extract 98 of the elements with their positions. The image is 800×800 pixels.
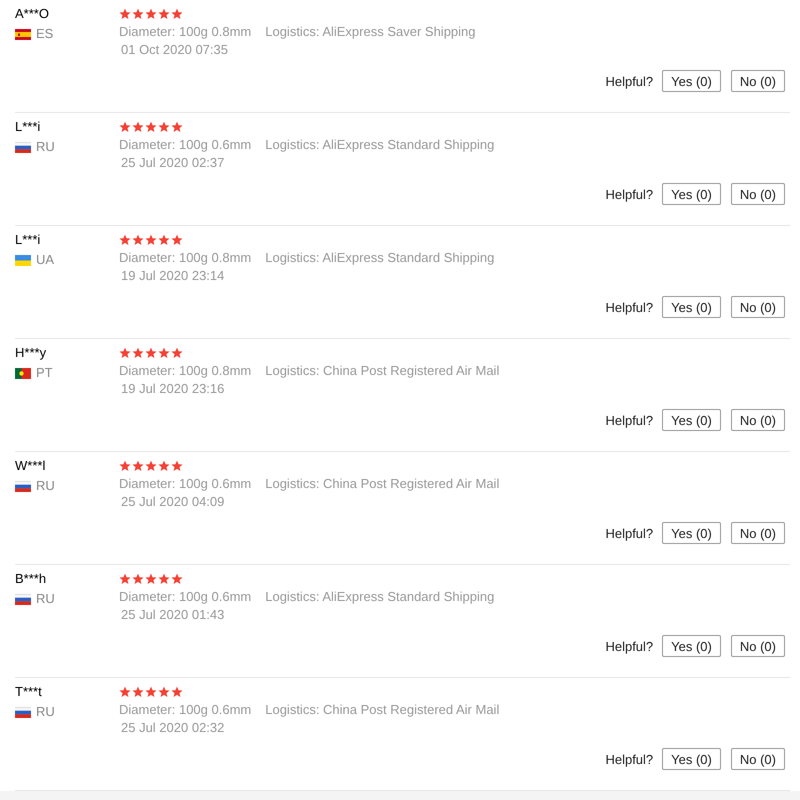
flag-icon xyxy=(15,28,31,40)
country-code: RU xyxy=(36,138,55,156)
star-icon xyxy=(132,8,144,20)
star-icon xyxy=(145,686,157,698)
yes-button[interactable]: Yes (0) xyxy=(662,748,721,770)
review-date: 25 Jul 2020 01:43 xyxy=(121,606,226,624)
flag-icon xyxy=(15,142,31,152)
helpful-label: Helpful? xyxy=(605,526,654,540)
logistics-text: Logistics: AliExpress Standard Shipping xyxy=(265,136,494,154)
review-date: 25 Jul 2020 02:32 xyxy=(121,719,226,737)
helpful-label: Helpful? xyxy=(605,412,654,428)
helpful-label: Helpful? xyxy=(605,300,654,314)
star-icon xyxy=(145,573,157,585)
review-date: 19 Jul 2020 23:16 xyxy=(121,380,226,398)
star-icon xyxy=(119,686,131,698)
review-date: 01 Oct 2020 07:35 xyxy=(121,41,229,59)
diameter-text: Diameter: 100g 0.8mm xyxy=(119,249,252,267)
yes-button[interactable]: Yes (0) xyxy=(662,409,721,431)
diameter-text: Diameter: 100g 0.6mm xyxy=(119,588,252,606)
diameter-text: Diameter: 100g 0.8mm xyxy=(119,23,252,41)
helpful-label: Helpful? xyxy=(605,74,654,88)
helpful-label: Helpful? xyxy=(605,638,654,654)
star-icon xyxy=(132,686,144,698)
flag-icon xyxy=(15,480,31,492)
star-icon xyxy=(132,234,144,246)
star-icon xyxy=(145,121,157,133)
star-icon xyxy=(171,121,183,133)
star-icon xyxy=(158,121,170,133)
yes-button[interactable]: Yes (0) xyxy=(662,70,721,92)
star-icon xyxy=(119,121,131,133)
star-icon xyxy=(145,460,157,472)
country-code: RU xyxy=(36,703,55,721)
helpful-label: Helpful? xyxy=(605,752,654,766)
no-button[interactable]: No (0) xyxy=(730,183,785,205)
flag-icon xyxy=(15,368,31,378)
flag-icon xyxy=(15,594,31,604)
star-icon xyxy=(171,234,183,246)
diameter-text: Diameter: 100g 0.6mm xyxy=(119,136,252,154)
star-icon xyxy=(132,573,144,585)
star-icon xyxy=(171,347,183,359)
star-icon xyxy=(132,121,144,133)
country-code: PT xyxy=(36,364,53,382)
reviewer-name: L***i xyxy=(15,231,42,249)
star-icon xyxy=(119,460,131,472)
star-icon xyxy=(145,347,157,359)
star-icon xyxy=(158,573,170,585)
star-icon xyxy=(119,347,131,359)
no-button[interactable]: No (0) xyxy=(730,748,785,770)
reviewer-name: T***t xyxy=(15,683,43,701)
star-icon xyxy=(158,460,170,472)
country-code: RU xyxy=(36,477,55,495)
country-code: ES xyxy=(36,25,54,43)
star-icon xyxy=(158,234,170,246)
star-icon xyxy=(171,8,183,20)
star-icon xyxy=(158,686,170,698)
star-icon xyxy=(171,686,183,698)
star-icon xyxy=(145,8,157,20)
logistics-text: Logistics: AliExpress Saver Shipping xyxy=(265,23,476,41)
logistics-text: Logistics: AliExpress Standard Shipping xyxy=(265,249,494,267)
yes-button[interactable]: Yes (0) xyxy=(662,635,721,657)
no-button[interactable]: No (0) xyxy=(730,522,785,544)
review-date: 19 Jul 2020 23:14 xyxy=(121,267,226,285)
flag-icon xyxy=(15,706,31,718)
no-button[interactable]: No (0) xyxy=(730,296,785,318)
star-icon xyxy=(119,573,131,585)
diameter-text: Diameter: 100g 0.6mm xyxy=(119,475,252,493)
flag-icon xyxy=(15,254,31,266)
star-icon xyxy=(132,347,144,359)
diameter-text: Diameter: 100g 0.6mm xyxy=(119,701,252,719)
reviewer-name: H***y xyxy=(15,344,48,362)
reviewer-name: B***h xyxy=(15,570,48,588)
no-button[interactable]: No (0) xyxy=(730,70,785,92)
logistics-text: Logistics: China Post Registered Air Mail xyxy=(265,475,500,493)
star-icon xyxy=(119,8,131,20)
logistics-text: Logistics: China Post Registered Air Mail xyxy=(265,362,500,380)
helpful-label: Helpful? xyxy=(605,186,654,202)
reviewer-name: A***O xyxy=(15,5,50,23)
star-icon xyxy=(145,234,157,246)
no-button[interactable]: No (0) xyxy=(730,635,785,657)
star-icon xyxy=(158,347,170,359)
star-icon xyxy=(158,8,170,20)
yes-button[interactable]: Yes (0) xyxy=(662,296,721,318)
logistics-text: Logistics: AliExpress Standard Shipping xyxy=(265,588,494,606)
yes-button[interactable]: Yes (0) xyxy=(662,183,721,205)
no-button[interactable]: No (0) xyxy=(730,409,785,431)
yes-button[interactable]: Yes (0) xyxy=(662,522,721,544)
star-icon xyxy=(132,460,144,472)
reviewer-name: L***i xyxy=(15,118,42,136)
logistics-text: Logistics: China Post Registered Air Mail xyxy=(265,701,500,719)
country-code: RU xyxy=(36,590,55,608)
country-code: UA xyxy=(36,251,54,269)
star-icon xyxy=(171,573,183,585)
star-icon xyxy=(171,460,183,472)
reviewer-name: W***l xyxy=(15,457,46,475)
diameter-text: Diameter: 100g 0.8mm xyxy=(119,362,252,380)
review-date: 25 Jul 2020 04:09 xyxy=(121,493,226,511)
review-date: 25 Jul 2020 02:37 xyxy=(121,154,226,172)
star-icon xyxy=(119,234,131,246)
